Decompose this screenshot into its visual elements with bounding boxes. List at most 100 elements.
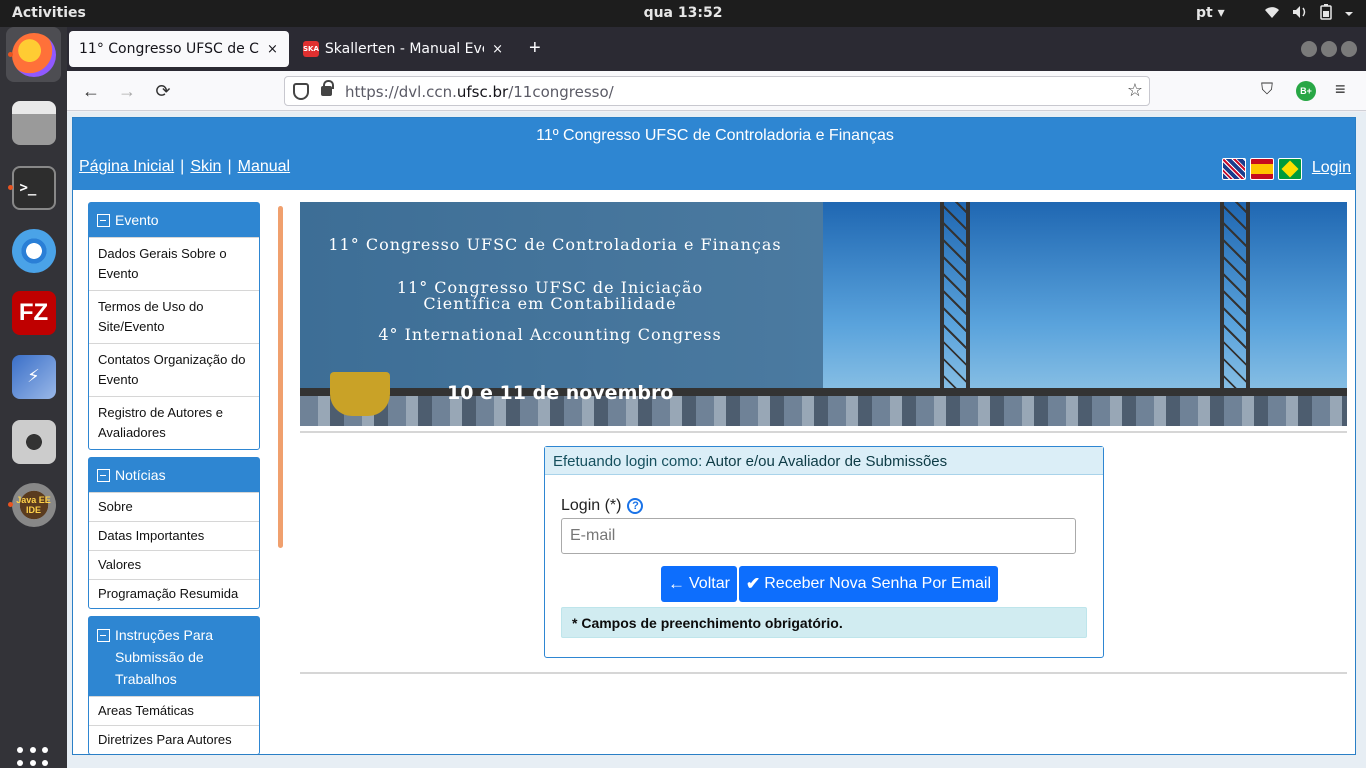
header-login-link[interactable]: Login [1312,159,1351,177]
running-indicator [8,185,13,190]
login-label: Login (*) ? [561,497,644,515]
header-nav: Página Inicial | Skin | Manual [79,158,290,176]
banner-line-2: 11° Congresso UFSC de Iniciação Científi… [396,278,704,313]
tracking-protection-shield-icon[interactable] [293,83,309,100]
hamburger-menu-icon[interactable]: ≡ [1335,79,1346,100]
files-icon [11,100,56,145]
address-bar[interactable]: https://dvl.ccn.ufsc.br/11congresso/ ☆ [284,76,1150,106]
dock-chromium[interactable] [6,223,61,278]
flag-spanish-icon[interactable] [1250,158,1274,180]
system-tray[interactable] [1264,4,1354,24]
keyboard-language-indicator[interactable]: pt ▾ [1196,5,1225,21]
maximize-window-icon[interactable] [1321,41,1337,57]
bookmark-star-icon[interactable]: ☆ [1127,80,1143,101]
chromium-icon [11,228,56,273]
forward-button[interactable]: → [115,79,139,103]
dock-files[interactable] [6,95,61,150]
panel-title: Notícias [115,467,166,483]
minimize-window-icon[interactable] [1301,41,1317,57]
java-ee-ide-icon: Java EE IDE [11,482,56,527]
camera-icon [11,419,56,464]
panel-noticias: Notícias Sobre Datas Importantes Valores… [88,457,260,609]
back-button[interactable]: ← Voltar [661,566,737,602]
sidebar-item-areas-tematicas[interactable]: Areas Temáticas [89,696,259,725]
nav-separator: | [180,158,185,175]
extension-badge-icon[interactable]: B+ [1296,81,1316,101]
check-icon: ✔ [746,574,761,593]
banner-line-3: 4° International Accounting Congress [378,325,722,344]
sidebar-scrollbar[interactable] [278,206,283,548]
flag-english-icon[interactable] [1222,158,1246,180]
url-text[interactable]: https://dvl.ccn.ufsc.br/11congresso/ [345,83,614,101]
tab-title: Skallerten - Manual Event [324,41,484,57]
new-tab-button[interactable]: + [529,37,541,60]
sidebar-item-contatos[interactable]: Contatos Organização do Evento [89,343,259,396]
site-header: 11º Congresso UFSC de Controladoria e Fi… [73,118,1355,190]
dock-firefox[interactable] [6,27,61,82]
divider [300,431,1347,433]
tab-skallerten[interactable]: SKA Skallerten - Manual Event × [293,31,513,67]
nav-manual-link[interactable]: Manual [238,158,290,176]
filezilla-icon: FZ [11,290,56,335]
battery-icon [1320,4,1332,24]
sidebar-item-diretrizes[interactable]: Diretrizes Para Autores [89,725,259,754]
dock-terminal[interactable]: >_ [6,160,61,215]
sidebar-item-sobre[interactable]: Sobre [89,492,259,521]
running-indicator [8,52,13,57]
navigation-toolbar: ← → ⟳ https://dvl.ccn.ufsc.br/11congress… [67,71,1366,111]
power-menu-icon [1344,6,1354,22]
dock-java-ee-ide[interactable]: Java EE IDE [6,477,61,532]
system-top-bar: Activities qua 13:52 pt ▾ [0,0,1366,27]
collapse-icon[interactable] [97,214,110,227]
panel-header-noticias[interactable]: Notícias [89,458,259,492]
close-window-icon[interactable] [1341,41,1357,57]
sidebar-item-programacao[interactable]: Programação Resumida [89,579,259,608]
sidebar-item-dados-gerais[interactable]: Dados Gerais Sobre o Evento [89,237,259,290]
resend-password-button[interactable]: ✔ Receber Nova Senha Por Email [739,566,999,602]
ufsc-crest-icon [330,372,390,416]
close-tab-icon[interactable]: × [267,42,278,57]
skallerten-favicon-icon: SKA [303,41,319,57]
clock[interactable]: qua 13:52 [0,5,1366,21]
email-field[interactable] [561,518,1076,554]
panel-title: Instruções Para Submissão de Trabalhos [115,627,214,687]
collapse-icon[interactable] [97,469,110,482]
volume-icon [1292,5,1308,23]
flag-portuguese-icon[interactable] [1278,158,1302,180]
reload-button[interactable]: ⟳ [151,79,175,103]
dock-filezilla[interactable]: FZ [6,285,61,340]
remote-desktop-icon: ⚡ [11,354,56,399]
terminal-icon: >_ [11,165,56,210]
back-button[interactable]: ← [79,79,103,103]
language-flags [1222,158,1302,180]
sidebar: Evento Dados Gerais Sobre o Evento Termo… [88,202,260,754]
login-card-header: Efetuando login como: Autor e/ou Avaliad… [545,447,1103,475]
dock-camera[interactable] [6,414,61,469]
login-role: Autor e/ou Avaliador de Submissões [705,453,948,470]
sidebar-item-valores[interactable]: Valores [89,550,259,579]
collapse-icon[interactable] [97,629,110,642]
login-card: Efetuando login como: Autor e/ou Avaliad… [544,446,1104,658]
close-tab-icon[interactable]: × [492,42,503,57]
panel-evento: Evento Dados Gerais Sobre o Evento Termo… [88,202,260,450]
sidebar-item-termos-de-uso[interactable]: Termos de Uso do Site/Evento [89,290,259,343]
running-indicator [8,502,13,507]
sidebar-item-registro[interactable]: Registro de Autores e Avaliadores [89,396,259,449]
nav-home-link[interactable]: Página Inicial [79,158,174,176]
dock-remote-desktop[interactable]: ⚡ [6,349,61,404]
login-as-prefix: Efetuando login como: [553,453,706,470]
show-applications-icon[interactable] [17,747,49,768]
tab-congresso[interactable]: 11° Congresso UFSC de Cont × [69,31,289,67]
panel-instrucoes: Instruções Para Submissão de Trabalhos A… [88,616,260,754]
lock-icon[interactable] [321,80,334,96]
panel-header-evento[interactable]: Evento [89,203,259,237]
banner-line-1: 11° Congresso UFSC de Controladoria e Fi… [328,235,782,254]
pocket-icon[interactable]: ⛉ [1261,81,1273,99]
panel-header-instrucoes[interactable]: Instruções Para Submissão de Trabalhos [89,617,259,696]
sidebar-item-datas-importantes[interactable]: Datas Importantes [89,521,259,550]
wifi-icon [1264,5,1280,23]
banner-date: 10 e 11 de novembro [447,382,674,404]
help-icon[interactable]: ? [627,498,644,514]
nav-skin-link[interactable]: Skin [190,158,221,176]
event-banner: 11° Congresso UFSC de Controladoria e Fi… [300,202,1347,426]
